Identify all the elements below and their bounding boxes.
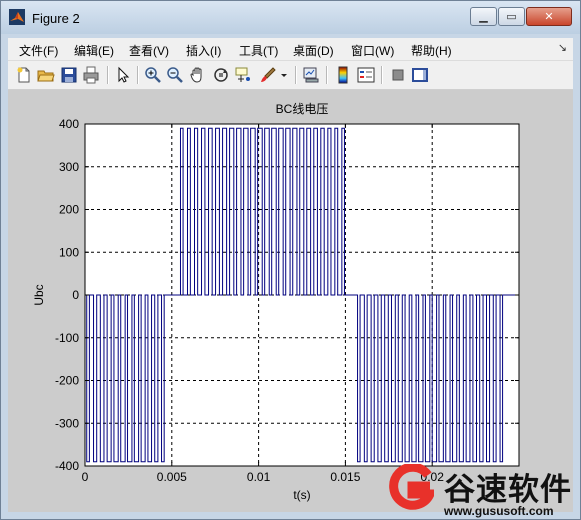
y-tick-label: -200 [55, 374, 79, 388]
data-cursor-icon[interactable] [235, 66, 253, 84]
title-bar[interactable]: Figure 2 ▁ ▭ ✕ [1, 1, 580, 34]
zoom-in-icon[interactable] [144, 66, 162, 84]
matlab-logo-icon [9, 9, 25, 25]
x-tick-label: 0 [82, 470, 89, 484]
menu-overflow-icon[interactable]: ↘ [558, 41, 567, 54]
y-tick-label: -300 [55, 416, 79, 430]
x-tick-label: 0.01 [247, 470, 271, 484]
y-tick-label: 0 [72, 288, 79, 302]
legend-icon[interactable] [357, 66, 375, 84]
y-tick-label: 200 [59, 203, 79, 217]
close-button[interactable]: ✕ [526, 7, 572, 26]
menu-file[interactable]: 文件(F) [19, 42, 58, 59]
hide-plot-tools-icon[interactable] [389, 66, 407, 84]
pan-hand-icon[interactable] [189, 66, 207, 84]
gususoft-logo-icon [389, 464, 434, 510]
y-tick-label: 300 [59, 160, 79, 174]
plot-axes[interactable]: 0 0.005 0.01 0.015 0.02-400-300-200-10001002… [8, 90, 573, 512]
y-axis-label: Ubc [32, 284, 46, 305]
figure-canvas: 0 0.005 0.01 0.015 0.02 -400 -300 -200 -100 0 100 2… [8, 90, 573, 512]
minimize-button[interactable]: ▁ [470, 7, 497, 26]
save-icon[interactable] [60, 66, 78, 84]
toolbar-separator [326, 66, 328, 84]
watermark-name: 谷速软件 [444, 472, 572, 508]
menu-bar: 文件(F) 编辑(E) 查看(V) 插入(I) 工具(T) 桌面(D) 窗口(W… [8, 38, 573, 61]
menu-tools[interactable]: 工具(T) [239, 42, 278, 59]
open-file-icon[interactable] [37, 66, 55, 84]
brush-icon[interactable] [259, 66, 277, 84]
maximize-button[interactable]: ▭ [498, 7, 525, 26]
colorbar-icon[interactable] [334, 66, 352, 84]
figure-toolbar [8, 61, 573, 90]
toolbar-separator [137, 66, 139, 84]
window-title: Figure 2 [32, 11, 80, 26]
zoom-out-icon[interactable] [166, 66, 184, 84]
new-figure-icon[interactable] [15, 66, 33, 84]
x-tick-label: 0.005 [157, 470, 187, 484]
rotate-3d-icon[interactable] [212, 66, 230, 84]
menu-help[interactable]: 帮助(H) [411, 42, 452, 59]
y-tick-label: 100 [59, 245, 79, 259]
show-plot-tools-icon[interactable] [411, 66, 429, 84]
y-tick-label: -100 [55, 331, 79, 345]
link-plot-icon[interactable] [302, 66, 320, 84]
y-tick-label: -400 [55, 459, 79, 473]
menu-edit[interactable]: 编辑(E) [74, 42, 114, 59]
y-tick-label: 400 [59, 117, 79, 131]
toolbar-separator [107, 66, 109, 84]
x-tick-label: 0.015 [330, 470, 360, 484]
menu-window[interactable]: 窗口(W) [351, 42, 394, 59]
watermark-badge: 谷速软件 www.gususoft.com [384, 462, 581, 520]
print-icon[interactable] [82, 66, 100, 84]
toolbar-separator [295, 66, 297, 84]
chart-title: BC线电压 [276, 102, 329, 116]
toolbar-separator [381, 66, 383, 84]
menu-insert[interactable]: 插入(I) [186, 42, 221, 59]
menu-desktop[interactable]: 桌面(D) [293, 42, 334, 59]
x-axis-label: t(s) [293, 488, 310, 502]
menu-view[interactable]: 查看(V) [129, 42, 169, 59]
watermark-url: www.gususoft.com [444, 504, 554, 518]
figure-window: Figure 2 ▁ ▭ ✕ 文件(F) 编辑(E) 查看(V) 插入(I) 工… [0, 0, 581, 520]
edit-plot-arrow-icon[interactable] [114, 66, 132, 84]
dropdown-arrow-icon[interactable] [279, 66, 289, 84]
